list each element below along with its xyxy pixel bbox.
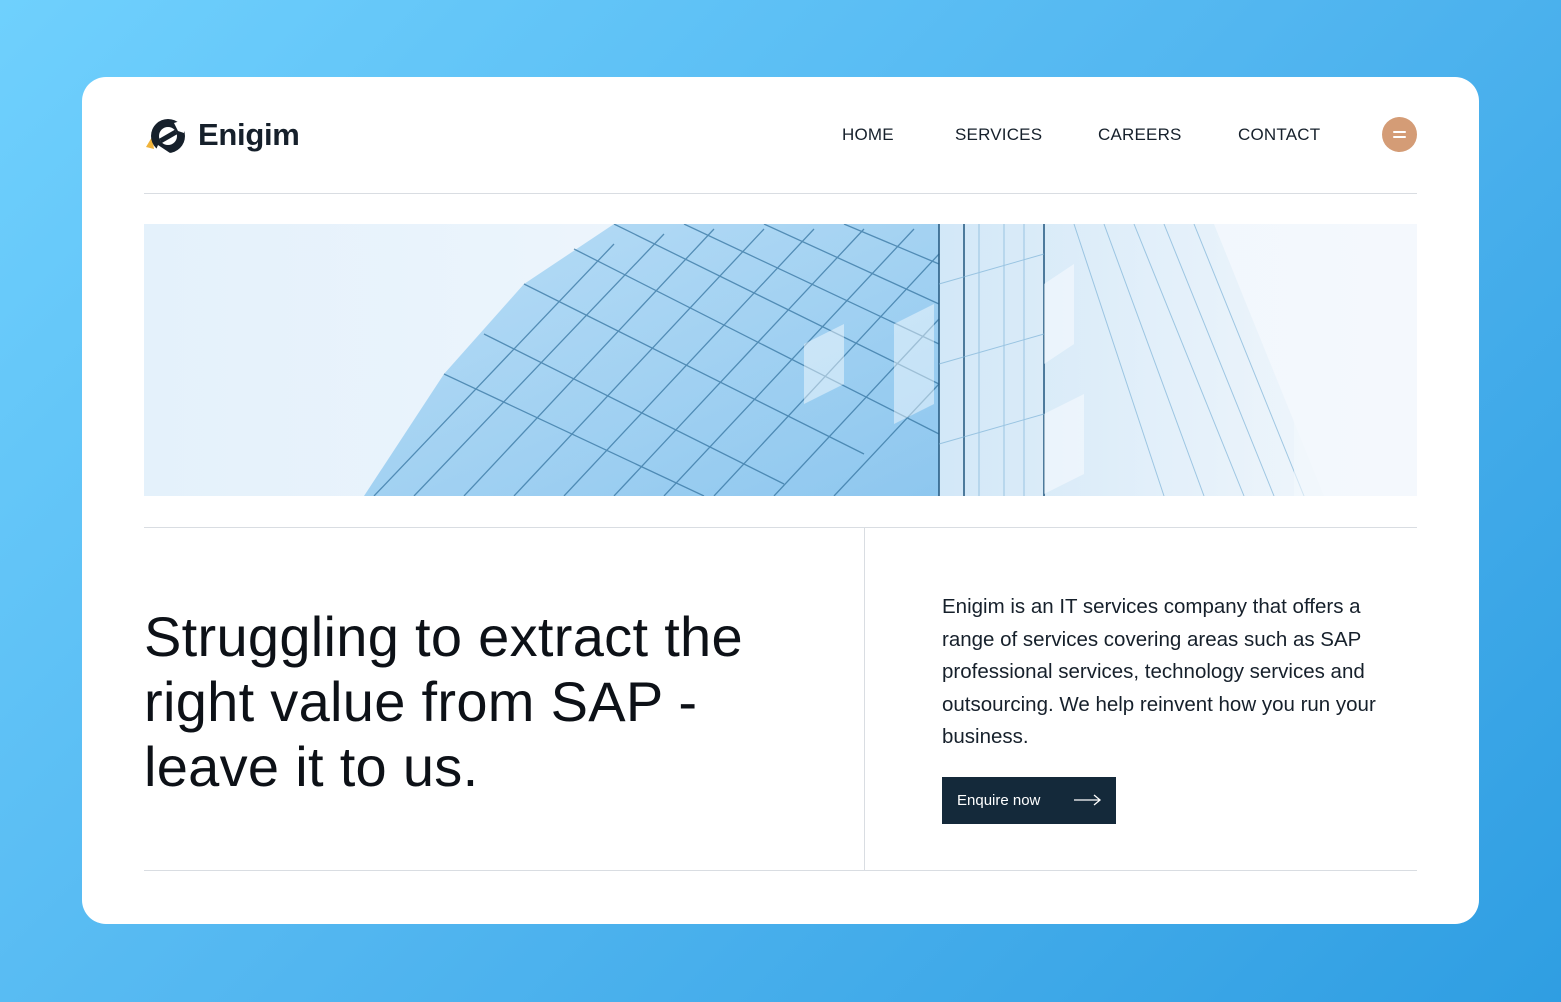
menu-button[interactable]: [1382, 117, 1417, 152]
brand-logo[interactable]: Enigim: [144, 115, 300, 155]
nav-contact[interactable]: CONTACT: [1238, 125, 1320, 145]
site-header: Enigim HOME SERVICES CAREERS CONTACT: [144, 77, 1417, 194]
nav-services[interactable]: SERVICES: [955, 125, 1042, 145]
enquire-now-label: Enquire now: [957, 792, 1041, 809]
page-card: Enigim HOME SERVICES CAREERS CONTACT Str…: [82, 77, 1479, 924]
company-description: Enigim is an IT services company that of…: [942, 595, 1376, 749]
nav-home[interactable]: HOME: [842, 125, 894, 145]
brand-name: Enigim: [198, 117, 300, 152]
nav-careers[interactable]: CAREERS: [1098, 125, 1182, 145]
intro-section: Struggling to extract the right value fr…: [144, 527, 1417, 871]
section-divider: [864, 528, 865, 870]
hero-image-glass-building: [144, 224, 1417, 496]
enquire-now-button[interactable]: Enquire now: [942, 777, 1116, 824]
arrow-right-icon: [1074, 794, 1102, 809]
page-headline: Struggling to extract the right value fr…: [144, 605, 743, 798]
enigim-e-logo-icon: [144, 115, 190, 155]
